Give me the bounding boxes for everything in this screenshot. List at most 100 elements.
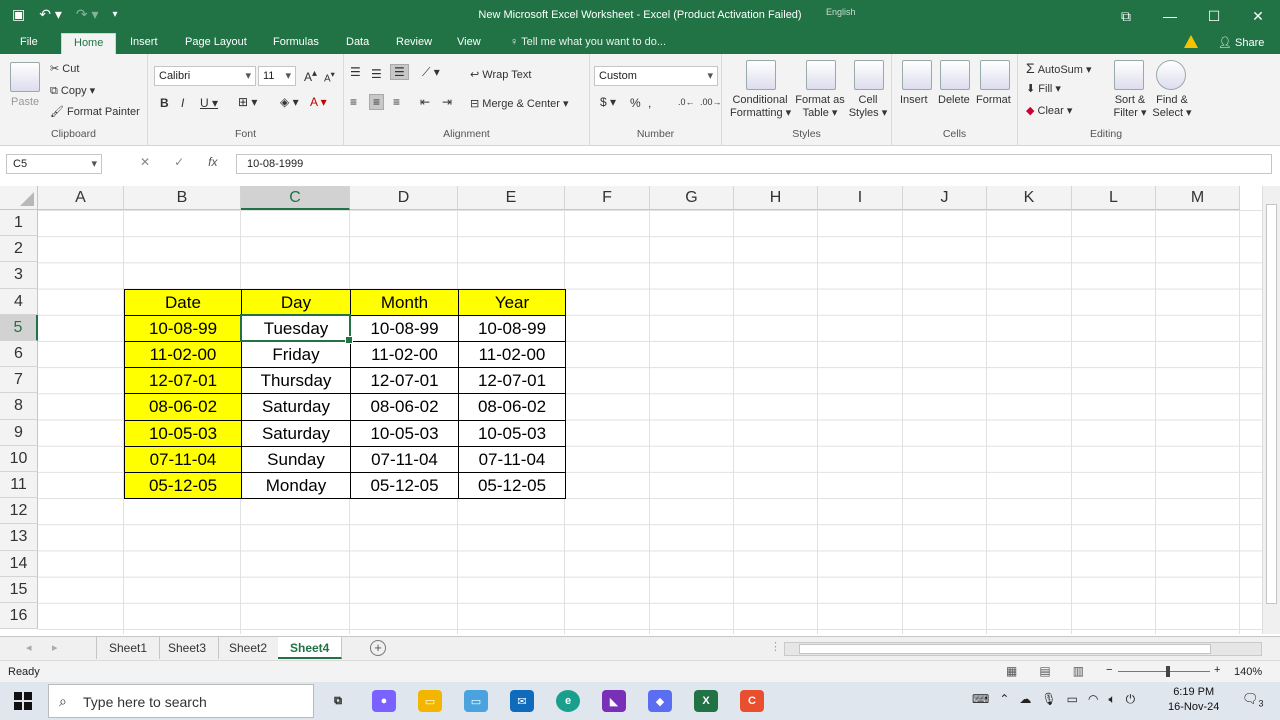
table-header-cell[interactable]: Month	[350, 288, 459, 316]
format-as-table-button[interactable]: Format as Table ▾	[794, 94, 846, 119]
ribbon-display-icon[interactable]: ⧉	[1104, 0, 1148, 32]
app-icon[interactable]: ▭	[464, 690, 488, 712]
horizontal-scroll-thumb[interactable]	[799, 644, 1211, 654]
close-button[interactable]: ✕	[1236, 0, 1280, 32]
column-header[interactable]: K	[987, 186, 1072, 210]
warning-icon[interactable]	[1184, 35, 1198, 48]
table-header-cell[interactable]: Year	[458, 288, 566, 316]
microphone-icon[interactable]: 🎙︎	[1041, 692, 1056, 707]
page-layout-view-icon[interactable]: ▤	[1039, 664, 1050, 678]
page-break-view-icon[interactable]: ▥	[1073, 664, 1084, 678]
underline-button[interactable]: U ▾	[200, 96, 218, 110]
increase-decimal-icon[interactable]: .0←	[678, 97, 695, 107]
column-header[interactable]: B	[124, 186, 241, 210]
row-header[interactable]: 6	[0, 341, 38, 368]
column-header[interactable]: C	[241, 186, 350, 210]
add-sheet-button[interactable]: +	[370, 640, 386, 656]
tab-formulas[interactable]: Formulas	[273, 36, 319, 48]
delete-cells-button[interactable]: Delete	[938, 94, 970, 106]
font-name-select[interactable]: Calibri	[154, 66, 256, 86]
middle-align-icon[interactable]: ☰	[371, 67, 382, 81]
row-header[interactable]: 15	[0, 576, 38, 603]
table-cell[interactable]: Thursday	[241, 367, 351, 395]
visual-studio-icon[interactable]: ◣	[602, 690, 626, 712]
font-color-icon[interactable]: A ▾	[310, 95, 327, 109]
number-format-select[interactable]: Custom	[594, 66, 718, 86]
mail-icon[interactable]: ✉	[510, 690, 534, 712]
tab-data[interactable]: Data	[346, 36, 369, 48]
paste-icon[interactable]	[10, 62, 40, 92]
fill-button[interactable]: ⬇ Fill ▾	[1026, 82, 1061, 95]
tab-view[interactable]: View	[457, 36, 481, 48]
copilot-icon[interactable]: ●	[372, 690, 396, 712]
table-cell[interactable]: 08-06-02	[458, 393, 566, 421]
row-header[interactable]: 12	[0, 498, 38, 525]
table-cell[interactable]: 10-08-99	[458, 314, 566, 342]
orientation-icon[interactable]: ⟋ ▾	[422, 65, 440, 80]
enter-icon[interactable]: ✓	[174, 155, 184, 169]
zoom-slider-knob[interactable]	[1166, 666, 1170, 677]
row-header[interactable]: 8	[0, 393, 38, 420]
volume-icon[interactable]: 🔈︎	[1108, 692, 1115, 707]
table-cell[interactable]: 08-06-02	[350, 393, 459, 421]
bottom-align-icon[interactable]: ☰	[390, 64, 409, 80]
tab-review[interactable]: Review	[396, 36, 432, 48]
insert-cells-icon[interactable]	[902, 60, 932, 90]
task-view-icon[interactable]: ⧉	[326, 690, 350, 712]
table-cell[interactable]: Monday	[241, 472, 351, 500]
zoom-out-icon[interactable]: −	[1106, 664, 1112, 676]
taskbar-search[interactable]: ⌕ Type here to search	[48, 684, 314, 718]
table-header-cell[interactable]: Date	[124, 288, 242, 316]
taskbar-clock[interactable]: 6:19 PM 16-Nov-24	[1168, 685, 1219, 715]
top-align-icon[interactable]: ☰	[350, 65, 361, 79]
table-cell[interactable]: 07-11-04	[124, 445, 242, 473]
wrap-text-button[interactable]: ↩ Wrap Text	[470, 68, 531, 81]
italic-button[interactable]: I	[181, 96, 184, 110]
table-cell[interactable]: Friday	[241, 341, 351, 369]
table-cell[interactable]: 10-08-99	[124, 314, 242, 342]
excel-icon[interactable]: X	[694, 690, 718, 712]
file-explorer-icon[interactable]: ▭	[418, 690, 442, 712]
decrease-decimal-icon[interactable]: .00→	[700, 97, 722, 107]
copy-button[interactable]: ⧉ Copy ▾	[50, 84, 95, 98]
app-icon-2[interactable]: ◆	[648, 690, 672, 712]
cancel-icon[interactable]: ✕	[140, 155, 150, 169]
row-header[interactable]: 10	[0, 445, 38, 472]
bold-button[interactable]: B	[160, 96, 169, 110]
shrink-font-icon[interactable]: A▾	[324, 69, 335, 84]
minimize-button[interactable]: —	[1148, 0, 1192, 32]
currency-icon[interactable]: $ ▾	[600, 95, 616, 109]
percent-icon[interactable]: %	[630, 96, 641, 110]
row-header[interactable]: 2	[0, 236, 38, 263]
column-header[interactable]: L	[1072, 186, 1156, 210]
column-header[interactable]: G	[650, 186, 734, 210]
find-select-button[interactable]: Find & Select ▾	[1152, 94, 1192, 119]
name-box[interactable]: C5	[6, 154, 102, 174]
row-header[interactable]: 5	[0, 314, 38, 341]
format-painter-button[interactable]: 🖌︎ Format Painter	[50, 105, 140, 118]
table-cell[interactable]: 10-05-03	[124, 419, 242, 447]
column-header[interactable]: A	[38, 186, 124, 210]
keyboard-icon[interactable]: ⌨	[972, 692, 989, 707]
edge-icon[interactable]: e	[556, 690, 580, 712]
row-header[interactable]: 3	[0, 262, 38, 289]
increase-indent-icon[interactable]: ⇥	[442, 95, 452, 109]
worksheet-grid[interactable]: ABCDEFGHIJKLM 1 2 3 4 5 6 7 8 9 10 11 12 13 14 15 16 Da…	[0, 186, 1262, 634]
table-header-cell[interactable]: Day	[241, 288, 351, 316]
column-header[interactable]: D	[350, 186, 458, 210]
zoom-in-icon[interactable]: +	[1214, 664, 1220, 676]
merge-center-button[interactable]: ⊟ Merge & Center ▾	[470, 97, 569, 110]
format-as-table-icon[interactable]	[806, 60, 836, 90]
row-header[interactable]: 7	[0, 367, 38, 394]
column-header[interactable]: E	[458, 186, 565, 210]
insert-function-icon[interactable]: fx	[208, 155, 217, 169]
notification-icon[interactable]: 🗨︎3	[1242, 691, 1264, 709]
fill-color-icon[interactable]: ◈ ▾	[280, 95, 299, 109]
table-cell[interactable]: Sunday	[241, 445, 351, 473]
zoom-slider[interactable]	[1118, 666, 1210, 677]
cloud-icon[interactable]: ☁	[1019, 692, 1031, 707]
tab-file[interactable]: File	[20, 36, 38, 48]
column-header[interactable]: H	[734, 186, 818, 210]
zoom-level[interactable]: 140%	[1234, 666, 1262, 678]
sort-filter-button[interactable]: Sort & Filter ▾	[1112, 94, 1148, 119]
